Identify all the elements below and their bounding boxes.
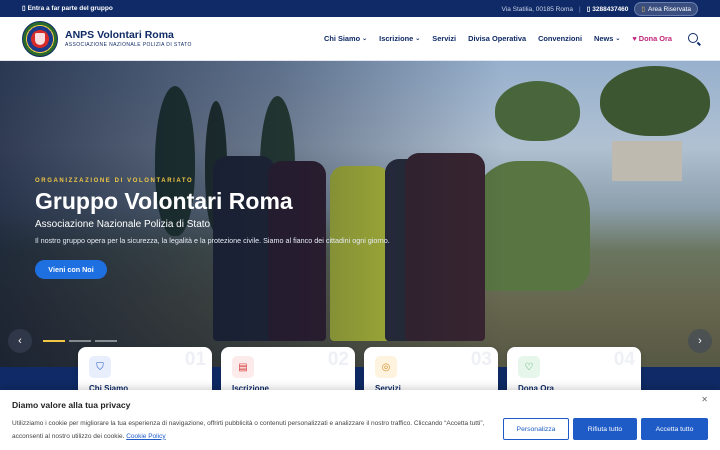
slide-dot[interactable]: [95, 340, 117, 342]
phone-link[interactable]: ▯ 3288437460: [586, 5, 629, 14]
site-header: ANPS Volontari Roma ASSOCIAZIONE NAZIONA…: [0, 17, 720, 61]
site-logo[interactable]: [22, 21, 58, 57]
nav-item-servizi[interactable]: Servizi: [432, 34, 456, 43]
reject-all-button[interactable]: Rifiuta tutto: [573, 418, 637, 440]
nav-item-news[interactable]: News ⌄: [594, 34, 620, 43]
card-number: 01: [184, 349, 206, 370]
hero-slider: ORGANIZZAZIONE DI VOLONTARIATO Gruppo Vo…: [0, 61, 720, 367]
shield-icon: ⛉: [89, 356, 111, 378]
address: Via Statilia, 00185 Roma: [501, 5, 573, 13]
nav-label: Servizi: [432, 33, 457, 43]
donate-label: Dona Ora: [638, 33, 672, 43]
hero-description: Il nostro gruppo opera per la sicurezza,…: [35, 236, 390, 245]
customize-button[interactable]: Personalizza: [503, 418, 569, 440]
cookie-title: Diamo valore alla tua privacy: [12, 400, 131, 410]
chevron-down-icon: ⌄: [362, 35, 368, 42]
nav-label: Chi Siamo: [323, 33, 361, 43]
heart-icon: ♥: [632, 33, 637, 43]
nav-item-donate[interactable]: ♥ Dona Ora: [632, 34, 672, 43]
hero-subtitle: Associazione Nazionale Polizia di Stato: [35, 219, 211, 230]
cookie-banner: Diamo valore alla tua privacy ✕ Utilizzi…: [0, 390, 720, 450]
next-slide-button[interactable]: ›: [688, 329, 712, 353]
nav-item-divisa-operativa[interactable]: Divisa Operativa: [468, 34, 526, 43]
document-icon: ▤: [232, 356, 254, 378]
chevron-down-icon: ⌄: [615, 35, 621, 42]
card-number: 03: [470, 349, 492, 370]
card-number: 04: [613, 349, 635, 370]
hero-eyebrow: ORGANIZZAZIONE DI VOLONTARIATO: [35, 178, 194, 184]
reserved-area-button[interactable]: ▯ Area Riservata: [634, 2, 698, 16]
chevron-right-icon: ›: [698, 335, 702, 347]
user-icon: ▯: [22, 5, 26, 12]
card-number: 02: [327, 349, 349, 370]
cookie-policy-link[interactable]: Cookie Policy: [126, 433, 165, 440]
logo-emblem: [35, 33, 45, 45]
nav-label: Convenzioni: [538, 33, 582, 43]
slide-dot[interactable]: [69, 340, 91, 342]
main-nav: Chi Siamo ⌄ Iscrizione ⌄ Servizi Divisa …: [324, 33, 698, 43]
nav-label: Divisa Operativa: [468, 33, 527, 43]
brand-title[interactable]: ANPS Volontari Roma: [65, 29, 174, 41]
support-icon: ◎: [375, 356, 397, 378]
hero-title: Gruppo Volontari Roma: [35, 188, 293, 214]
top-bar: ▯ Entra a far parte del gruppo Via Stati…: [0, 0, 720, 17]
brand-subtitle: ASSOCIAZIONE NAZIONALE POLIZIA DI STATO: [65, 42, 192, 48]
nav-label: News: [594, 33, 614, 43]
nav-item-iscrizione[interactable]: Iscrizione ⌄: [379, 34, 420, 43]
slider-dots: [43, 340, 117, 342]
prev-slide-button[interactable]: ‹: [8, 329, 32, 353]
phone-icon: ▯: [586, 6, 591, 13]
join-link[interactable]: ▯ Entra a far parte del gruppo: [22, 4, 113, 13]
join-link-label: Entra a far parte del gruppo: [27, 4, 113, 12]
heart-icon: ♡: [518, 356, 540, 378]
close-icon[interactable]: ✕: [701, 395, 708, 404]
nav-item-convenzioni[interactable]: Convenzioni: [538, 34, 582, 43]
cookie-body: Utilizziamo i cookie per migliorare la t…: [12, 420, 485, 440]
accept-all-button[interactable]: Accetta tutto: [641, 418, 708, 440]
reserved-area-label: Area Riservata: [648, 5, 691, 13]
phone-number: 3288437460: [592, 5, 629, 13]
chevron-left-icon: ‹: [18, 335, 22, 347]
lock-icon: ▯: [641, 6, 645, 13]
slide-dot[interactable]: [43, 340, 65, 342]
divider: |: [578, 5, 581, 13]
search-icon[interactable]: [688, 33, 698, 43]
nav-label: Iscrizione: [379, 33, 414, 43]
join-us-button[interactable]: Vieni con Noi: [35, 260, 107, 279]
cookie-text: Utilizziamo i cookie per migliorare la t…: [12, 418, 498, 443]
nav-item-chi-siamo[interactable]: Chi Siamo ⌄: [324, 34, 367, 43]
chevron-down-icon: ⌄: [415, 35, 421, 42]
